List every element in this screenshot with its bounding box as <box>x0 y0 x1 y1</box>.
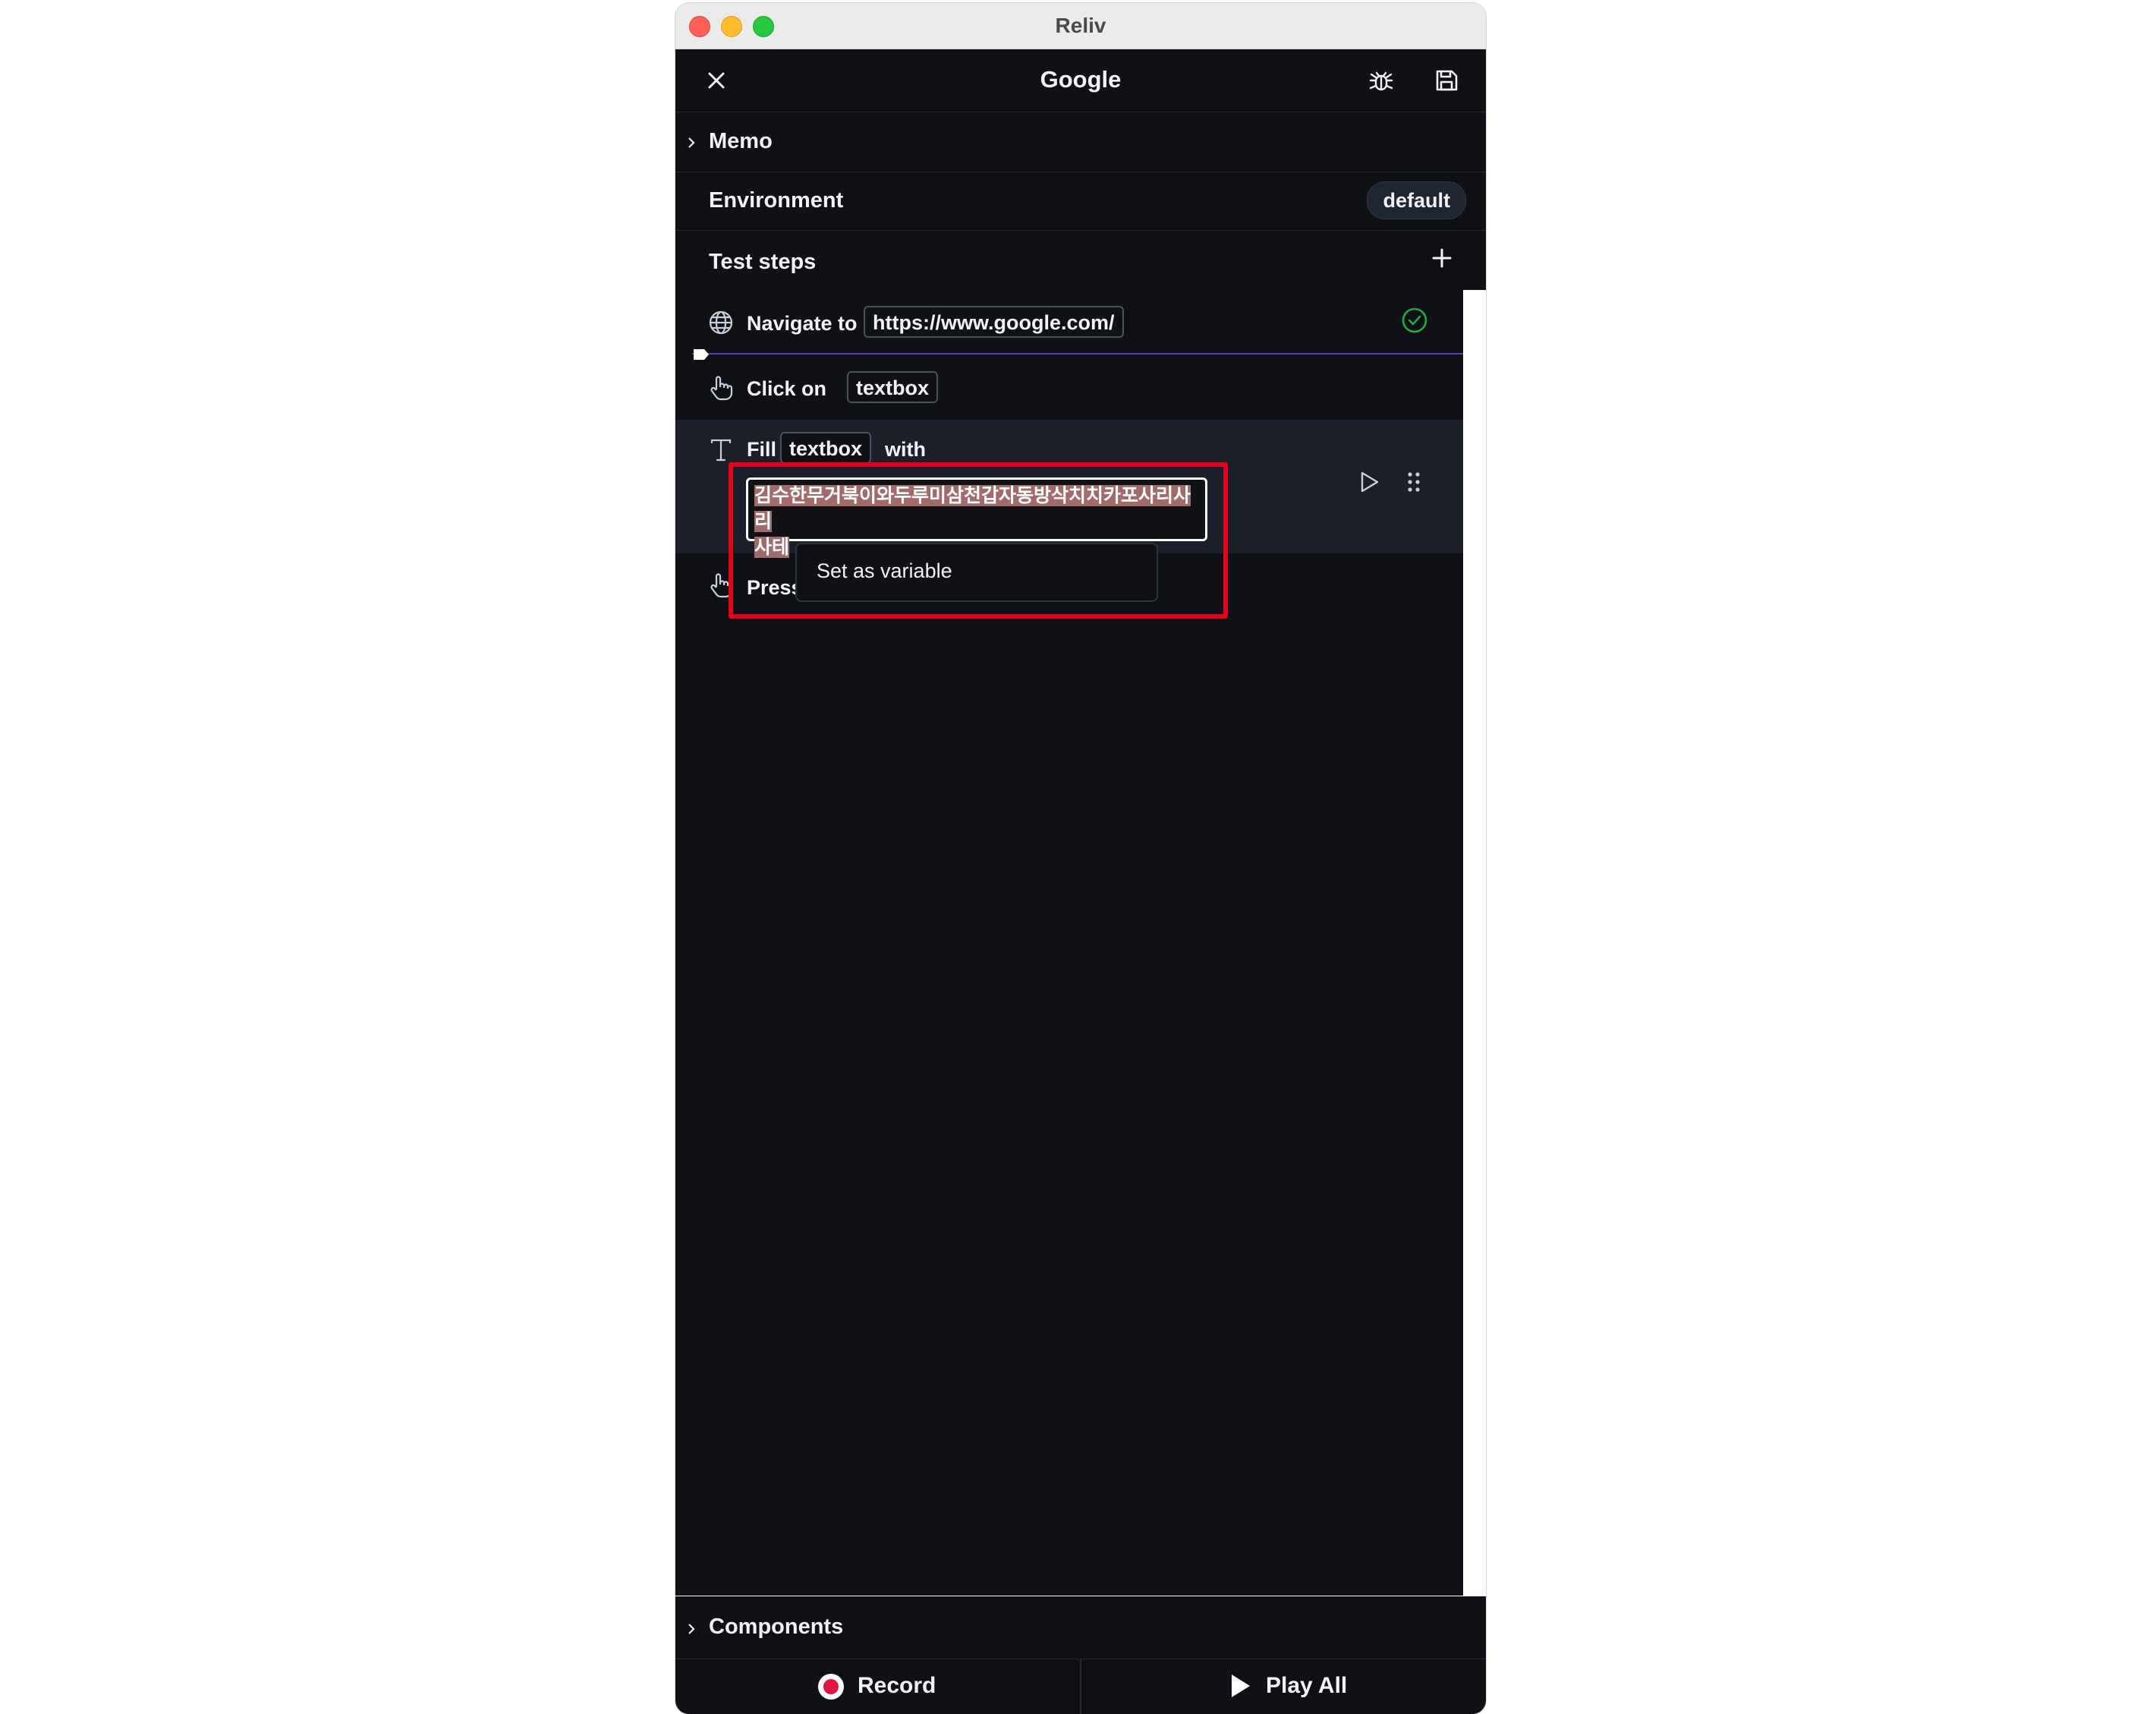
memo-section[interactable]: Memo <box>675 112 1486 172</box>
record-button[interactable]: Record <box>675 1659 1080 1714</box>
step-action-label: Press <box>747 576 803 599</box>
play-step-icon[interactable] <box>1356 468 1382 496</box>
play-all-label: Play All <box>1266 1673 1348 1698</box>
pointer-hand-icon <box>710 376 733 401</box>
environment-label: Environment <box>709 188 844 213</box>
chevron-right-icon <box>688 1624 695 1634</box>
editor-header: Google <box>675 49 1486 112</box>
components-section[interactable]: Components <box>675 1596 1486 1659</box>
memo-label: Memo <box>709 129 773 153</box>
selected-text-line1: 김수한무거북이와두루미삼천갑자동방삭치치카포사리사리 <box>754 485 1191 532</box>
set-as-variable-menu-item[interactable]: Set as variable <box>817 559 952 583</box>
test-step-click[interactable]: Click on textbox <box>675 356 1463 420</box>
add-step-icon[interactable] <box>1428 244 1456 272</box>
test-title: Google <box>1040 66 1122 93</box>
fill-value-input[interactable]: 김수한무거북이와두루미삼천갑자동방삭치치카포사리사리 사테 <box>746 477 1207 558</box>
play-all-button[interactable]: Play All <box>1081 1659 1486 1714</box>
step-action-label: Click on <box>747 377 827 400</box>
check-circle-icon <box>1402 307 1427 333</box>
bug-icon[interactable] <box>1366 65 1396 96</box>
context-menu: Set as variable <box>795 543 1158 602</box>
step-action-label: Fill <box>747 438 776 461</box>
action-bar: Record Play All <box>675 1659 1486 1714</box>
pointer-hand-icon <box>710 573 733 598</box>
window-title: Reliv <box>1055 14 1106 37</box>
chevron-right-icon <box>688 137 695 148</box>
test-steps-header: Test steps <box>675 231 1486 293</box>
test-editor-panel: Google Memo Environment default Test ste… <box>675 49 1486 1714</box>
test-steps-label: Test steps <box>709 250 817 274</box>
step-connector-label: with <box>885 438 926 461</box>
save-icon[interactable] <box>1431 65 1462 96</box>
globe-icon <box>709 310 733 335</box>
environment-section: Environment default <box>675 172 1486 231</box>
url-chip[interactable]: https://www.google.com/ <box>864 306 1124 338</box>
window-titlebar: Reliv <box>675 3 1486 49</box>
insertion-line <box>692 353 1463 354</box>
test-step-navigate[interactable]: Navigate to https://www.google.com/ <box>675 294 1463 354</box>
components-label: Components <box>709 1615 844 1639</box>
test-step-fill[interactable]: Fill textbox with 김수한무거북이와두루미삼천갑자동방삭치치카포… <box>675 420 1463 558</box>
drag-handle-icon[interactable] <box>1405 470 1422 494</box>
target-chip[interactable]: textbox <box>847 371 939 403</box>
record-label: Record <box>858 1673 936 1698</box>
environment-selector[interactable]: default <box>1367 181 1466 219</box>
play-icon <box>1232 1675 1250 1697</box>
record-icon <box>818 1674 844 1700</box>
target-chip[interactable]: textbox <box>780 432 872 464</box>
scrollbar[interactable] <box>1463 290 1486 1596</box>
text-t-icon <box>710 439 732 462</box>
step-action-label: Navigate to <box>747 312 858 335</box>
app-window: Reliv Google Memo Environment default Te… <box>675 3 1486 1714</box>
